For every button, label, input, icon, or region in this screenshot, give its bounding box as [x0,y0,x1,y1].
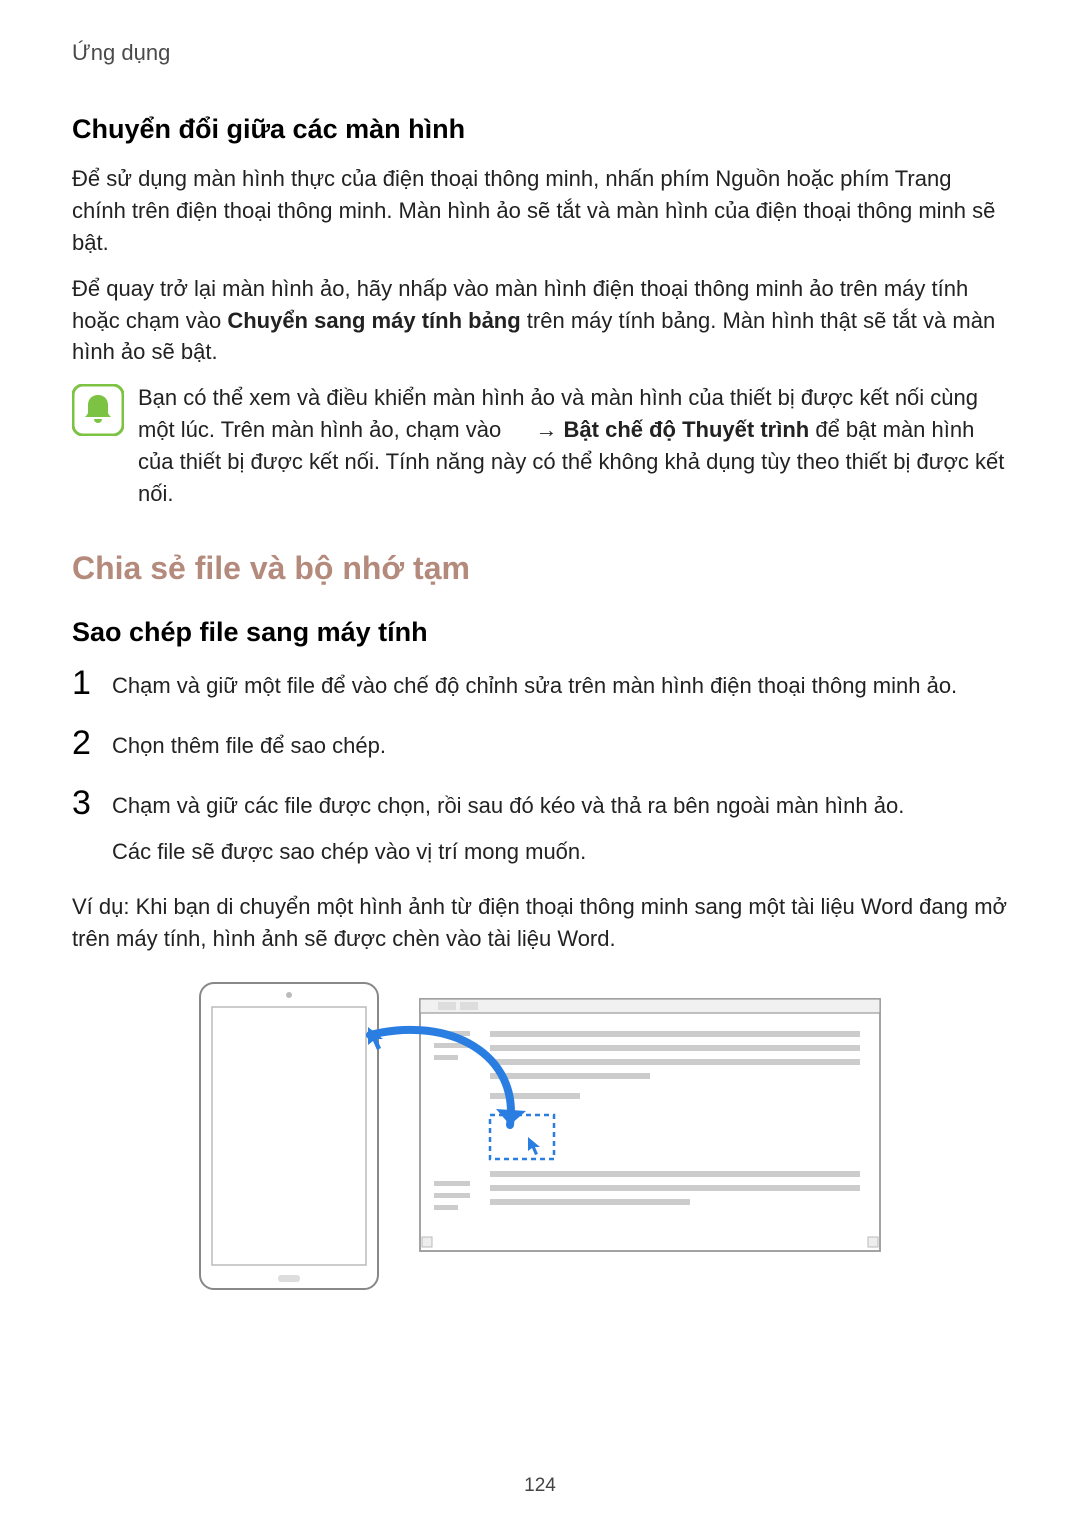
example-paragraph: Ví dụ: Khi bạn di chuyển một hình ảnh từ… [72,891,1008,955]
bell-icon [72,384,124,436]
note-text-bold: Bật chế độ Thuyết trình [564,417,810,442]
drag-drop-illustration [72,975,1008,1305]
heading-switch-screens: Chuyển đổi giữa các màn hình [72,114,1008,145]
step-text: Chọn thêm file để sao chép. [112,726,1008,762]
step-3-main: Chạm và giữ các file được chọn, rồi sau … [112,793,904,818]
step-2: 2 Chọn thêm file để sao chép. [72,726,1008,762]
heading-copy-to-pc: Sao chép file sang máy tính [72,617,1008,648]
step-number: 3 [72,786,112,820]
heading-share-files: Chia sẻ file và bộ nhớ tạm [72,550,1008,587]
note-block: Bạn có thể xem và điều khiển màn hình ảo… [72,382,1008,510]
step-text: Chạm và giữ các file được chọn, rồi sau … [112,786,1008,868]
step-number: 1 [72,666,112,700]
note-text: Bạn có thể xem và điều khiển màn hình ảo… [138,382,1008,510]
step-number: 2 [72,726,112,760]
step-3-sub: Các file sẽ được sao chép vào vị trí mon… [112,836,1008,868]
step-text: Chạm và giữ một file để vào chế độ chỉnh… [112,666,1008,702]
para-switch-2: Để quay trở lại màn hình ảo, hãy nhấp và… [72,273,1008,369]
step-3: 3 Chạm và giữ các file được chọn, rồi sa… [72,786,1008,868]
page-number: 124 [0,1475,1080,1497]
breadcrumb-header: Ứng dụng [72,40,1008,66]
step-1: 1 Chạm và giữ một file để vào chế độ chỉ… [72,666,1008,702]
para-switch-1: Để sử dụng màn hình thực của điện thoại … [72,163,1008,259]
para-switch-2-bold: Chuyển sang máy tính bảng [227,308,520,333]
steps-list: 1 Chạm và giữ một file để vào chế độ chỉ… [72,666,1008,868]
